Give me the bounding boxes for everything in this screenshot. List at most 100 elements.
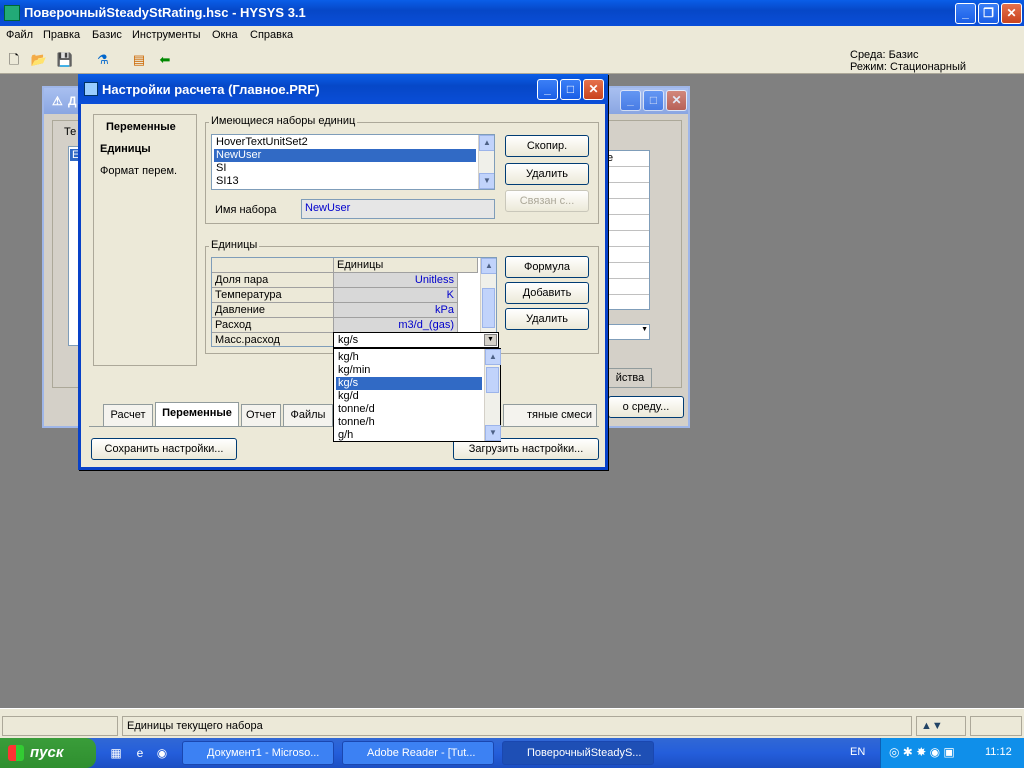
list-item[interactable]: SI13: [214, 175, 476, 188]
list-item[interactable]: kg/d: [336, 390, 482, 403]
task-adobe-label: Adobe Reader - [Tut...: [367, 747, 476, 759]
task-hysys-label: ПоверочныйSteadyS...: [527, 747, 642, 759]
background-window-icon: ⚠: [52, 94, 63, 108]
tab-variables[interactable]: Переменные: [155, 402, 239, 426]
language-indicator[interactable]: EN: [850, 746, 865, 758]
menu-windows[interactable]: Окна: [212, 29, 238, 41]
grid-scroll-thumb[interactable]: [482, 288, 495, 328]
save-settings-button[interactable]: Сохранить настройки...: [91, 438, 237, 460]
list-item[interactable]: g/h: [336, 429, 482, 442]
dialog-close-button[interactable]: ✕: [583, 79, 604, 100]
save-icon[interactable]: 💾: [56, 51, 74, 69]
copy-unit-set-button[interactable]: Скопир.: [505, 135, 589, 157]
tab-report[interactable]: Отчет: [241, 404, 281, 426]
list-item[interactable]: kg/min: [336, 364, 482, 377]
combo-arrow-icon[interactable]: ▼: [484, 334, 497, 346]
set-name-label: Имя набора: [215, 204, 277, 216]
grid-scroll-up-icon[interactable]: ▲: [481, 258, 496, 274]
unit-dropdown-list[interactable]: kg/h kg/min kg/s kg/d tonne/d tonne/h g/…: [333, 348, 501, 442]
dialog-maximize-button[interactable]: □: [560, 79, 581, 100]
units-column-header: Единицы: [334, 258, 478, 273]
delete-unit-set-button[interactable]: Удалить: [505, 163, 589, 185]
background-combo-arrow-icon: ▼: [641, 326, 648, 333]
list-item[interactable]: tonne/d: [336, 403, 482, 416]
tab-calculation[interactable]: Расчет: [103, 404, 153, 426]
new-file-icon[interactable]: 🗋: [5, 51, 23, 69]
simulation-settings-dialog: Настройки расчета (Главное.PRF) _ □ ✕ Пе…: [78, 74, 608, 470]
minimize-button[interactable]: _: [955, 3, 976, 24]
tab-mixtures[interactable]: тяные смеси: [503, 404, 597, 426]
menu-tools[interactable]: Инструменты: [132, 29, 201, 41]
windows-flag-icon: [8, 745, 24, 761]
dialog-title-bar: Настройки расчета (Главное.PRF) _ □ ✕: [78, 74, 608, 104]
mass-flow-unit-combo[interactable]: kg/s ▼: [333, 332, 499, 348]
environment-label: Среда: Базис: [850, 49, 919, 61]
list-item[interactable]: kg/s: [336, 377, 482, 390]
restore-button[interactable]: ❐: [978, 3, 999, 24]
status-arrows-icon[interactable]: ▲▼: [916, 716, 966, 736]
sidebar-header: Переменные: [106, 121, 176, 133]
sidebar-item-units[interactable]: Единицы: [100, 143, 151, 155]
dropdown-scroll-up-icon[interactable]: ▲: [485, 349, 501, 365]
combo-value: kg/s: [338, 334, 359, 346]
quicklaunch-desktop-icon[interactable]: ▦: [108, 745, 124, 761]
unit-sets-scrollbar[interactable]: ▲ ▼: [478, 135, 494, 189]
menu-basis[interactable]: Базис: [92, 29, 122, 41]
bg-maximize-button[interactable]: □: [643, 90, 664, 111]
formula-button[interactable]: Формула: [505, 256, 589, 278]
back-arrow-icon[interactable]: ⬅: [156, 51, 174, 69]
add-unit-button[interactable]: Добавить: [505, 282, 589, 304]
flask-icon[interactable]: ⚗: [94, 51, 112, 69]
menu-edit[interactable]: Правка: [43, 29, 80, 41]
dialog-icon: [84, 82, 98, 96]
list-item[interactable]: NewUser: [214, 149, 476, 162]
list-item[interactable]: tonne/h: [336, 416, 482, 429]
background-window-title: Д: [68, 94, 77, 108]
linked-to-button[interactable]: Связан с...: [505, 190, 589, 212]
scroll-down-icon[interactable]: ▼: [479, 173, 494, 189]
delete-unit-button[interactable]: Удалить: [505, 308, 589, 330]
task-adobe-reader[interactable]: Adobe Reader - [Tut...: [342, 741, 494, 765]
table-cell[interactable]: K: [334, 288, 458, 303]
background-tab[interactable]: йства: [608, 368, 652, 388]
quicklaunch-media-icon[interactable]: ◉: [154, 745, 170, 761]
hysys-app-icon: [4, 5, 20, 21]
task-hysys[interactable]: ПоверочныйSteadyS...: [502, 741, 654, 765]
sidebar-item-variable-format[interactable]: Формат перем.: [100, 165, 177, 177]
table-row: Доля пара: [212, 273, 334, 288]
table-cell[interactable]: m3/d_(gas): [334, 318, 458, 333]
open-folder-icon[interactable]: 📂: [30, 51, 48, 69]
tab-files[interactable]: Файлы: [283, 404, 333, 426]
column-icon[interactable]: ▤: [130, 51, 148, 69]
tray-icons[interactable]: ◎ ✱ ✸ ◉ ▣: [889, 745, 955, 759]
toolbar: 🗋 📂 💾 ⚗ ▤ ⬅ Среда: Базис Режим: Стациона…: [0, 46, 1024, 74]
quicklaunch-ie-icon[interactable]: e: [132, 745, 148, 761]
dropdown-scroll-down-icon[interactable]: ▼: [485, 425, 501, 441]
bg-close-button[interactable]: ✕: [666, 90, 687, 111]
status-text: Единицы текущего набора: [122, 716, 912, 736]
variables-sidebar: Переменные Единицы Формат перем.: [93, 114, 197, 366]
set-name-field[interactable]: NewUser: [301, 199, 495, 219]
scroll-up-icon[interactable]: ▲: [479, 135, 494, 151]
table-row: Расход: [212, 318, 334, 333]
start-button[interactable]: пуск: [0, 738, 96, 768]
grid-corner-header: [212, 258, 334, 273]
dropdown-scrollbar[interactable]: ▲ ▼: [484, 349, 501, 441]
table-cell[interactable]: Unitless: [334, 273, 458, 288]
menu-help[interactable]: Справка: [250, 29, 293, 41]
background-environment-button[interactable]: о среду...: [608, 396, 684, 418]
list-item[interactable]: HoverTextUnitSet2: [214, 136, 476, 149]
table-cell[interactable]: kPa: [334, 303, 458, 318]
task-word[interactable]: Документ1 - Microso...: [182, 741, 334, 765]
table-row: Температура: [212, 288, 334, 303]
list-item[interactable]: SI: [214, 162, 476, 175]
menu-file[interactable]: Файл: [6, 29, 33, 41]
close-button[interactable]: ✕: [1001, 3, 1022, 24]
unit-sets-list[interactable]: HoverTextUnitSet2 NewUser SI SI13 ▲ ▼: [211, 134, 495, 190]
background-combo[interactable]: ▼: [604, 324, 650, 340]
dialog-minimize-button[interactable]: _: [537, 79, 558, 100]
bg-minimize-button[interactable]: _: [620, 90, 641, 111]
list-item[interactable]: kg/h: [336, 351, 482, 364]
main-title-bar: ПоверочныйSteadyStRating.hsc - HYSYS 3.1…: [0, 0, 1024, 26]
dropdown-scroll-thumb[interactable]: [486, 367, 499, 393]
